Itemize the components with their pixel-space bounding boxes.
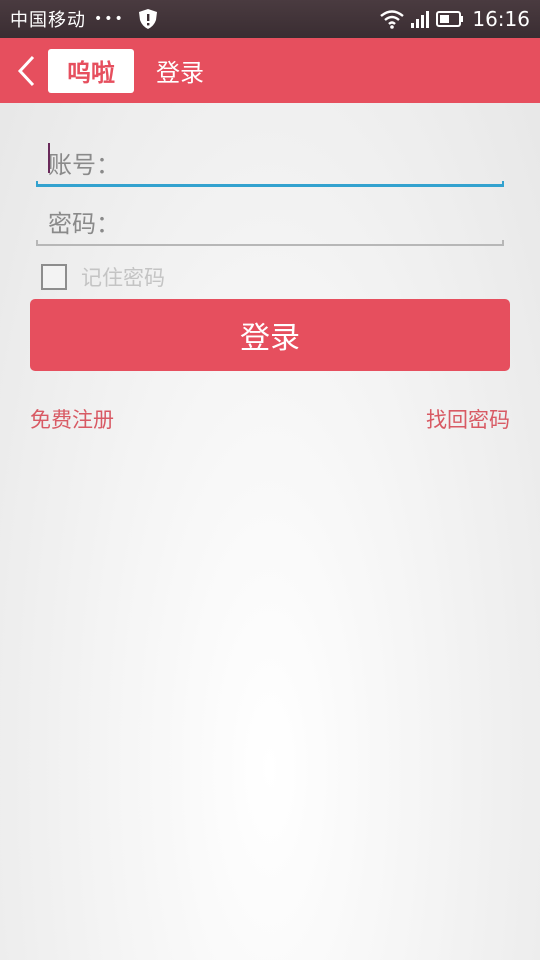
password-field[interactable]: 密码：	[36, 196, 504, 246]
status-bar-right: 16:16	[374, 7, 540, 31]
remember-checkbox[interactable]	[41, 264, 67, 290]
app-header: 呜啦 登录	[0, 38, 540, 103]
account-underline	[36, 181, 504, 187]
app-logo: 呜啦	[48, 48, 134, 93]
remember-label: 记住密码	[81, 266, 165, 290]
page-title: 登录	[156, 59, 204, 87]
wifi-icon	[380, 10, 405, 29]
back-button[interactable]	[8, 38, 44, 103]
clock: 16:16	[472, 7, 530, 31]
password-underline	[36, 240, 504, 246]
account-field[interactable]: 账号：	[36, 137, 504, 187]
register-link[interactable]: 免费注册	[30, 404, 114, 434]
status-bar-left: 中国移动 •••	[0, 6, 159, 32]
chevron-left-icon	[17, 55, 35, 86]
account-label: 账号：	[48, 151, 120, 179]
status-bar: 中国移动 ••• 16:16	[0, 0, 540, 38]
password-label: 密码：	[48, 210, 120, 238]
signal-icon	[411, 11, 430, 28]
notification-dots: •••	[94, 11, 125, 27]
forgot-password-link[interactable]: 找回密码	[426, 404, 510, 434]
remember-password[interactable]: 记住密码	[41, 262, 165, 292]
carrier-name: 中国移动	[10, 10, 86, 31]
shield-icon	[138, 9, 157, 29]
battery-icon	[436, 11, 464, 27]
login-button[interactable]: 登录	[30, 299, 510, 371]
